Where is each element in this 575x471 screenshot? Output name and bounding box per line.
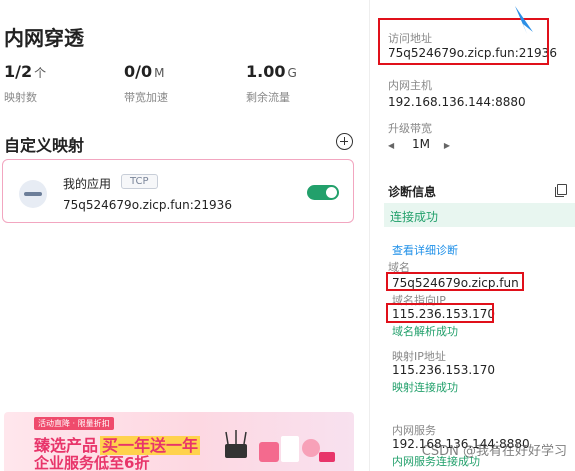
stat-traffic-value: 1.00 [246, 62, 286, 81]
bandwidth-label: 升级带宽 [388, 122, 432, 135]
watermark: CSDN @我有在好好学习 [421, 444, 567, 459]
copy-icon[interactable] [555, 184, 567, 197]
increase-icon[interactable]: ▶ [444, 141, 450, 150]
stat-bandwidth-label: 带宽加速 [124, 91, 168, 104]
pointer-arrow-icon [515, 6, 533, 34]
stat-bandwidth-value: 0/0 [124, 62, 153, 81]
mappings-section-title: 自定义映射 [4, 136, 85, 155]
stat-traffic-label: 剩余流量 [246, 91, 290, 104]
bandwidth-stepper[interactable]: ◀ 1M ▶ [388, 137, 450, 151]
host-value: 192.168.136.144:8880 [388, 95, 526, 109]
service-label: 内网服务 [392, 424, 436, 437]
diagnostics-title: 诊断信息 [388, 185, 437, 199]
map-ip-value: 115.236.153.170 [392, 363, 496, 377]
stat-bandwidth: 0/0 M 带宽加速 [124, 62, 168, 105]
stat-mappings-unit: 个 [34, 66, 47, 80]
diagnostics-status-bar: 连接成功 [384, 203, 575, 227]
protocol-badge: TCP [121, 174, 158, 189]
host-label: 内网主机 [388, 79, 432, 92]
promo-banner[interactable]: 活动直降 · 限量折扣 臻选产品 买一年送一年 企业服务低至6折 [4, 412, 354, 471]
view-details-link[interactable]: 查看详细诊断 [392, 242, 458, 258]
banner-decoration-icon [225, 430, 335, 462]
mapping-toggle[interactable] [307, 185, 339, 200]
stat-traffic: 1.00 G 剩余流量 [246, 62, 297, 105]
mapping-address: 75q524679o.zicp.fun:21936 [63, 198, 232, 212]
add-mapping-icon[interactable] [336, 133, 353, 150]
highlight-box-domain [386, 272, 524, 291]
decrease-icon[interactable]: ◀ [388, 141, 394, 150]
detail-panel: 访问地址 75q524679o.zicp.fun:21936 内网主机 192.… [370, 0, 575, 471]
stat-traffic-unit: G [287, 66, 297, 80]
stat-bandwidth-unit: M [154, 66, 165, 80]
stat-mappings-label: 映射数 [4, 91, 37, 104]
domain-resolve-status: 域名解析成功 [392, 325, 458, 338]
left-panel: 内网穿透 1/2 个 映射数 0/0 M 带宽加速 1.00 G 剩余流量 自定义映射… [0, 0, 370, 471]
map-ip-label: 映射IP地址 [392, 350, 446, 363]
mapping-name: 我的应用 [63, 177, 112, 191]
stat-mappings: 1/2 个 映射数 [4, 62, 46, 105]
stat-mappings-value: 1/2 [4, 62, 33, 81]
map-connect-status: 映射连接成功 [392, 381, 458, 394]
page-title: 内网穿透 [4, 26, 84, 50]
mapping-card[interactable]: 我的应用 TCP 75q524679o.zicp.fun:21936 [2, 159, 354, 223]
highlight-box-domain-ip [386, 303, 494, 323]
banner-tag: 活动直降 · 限量折扣 [34, 417, 114, 430]
banner-line-2: 企业服务低至6折 [34, 454, 150, 471]
bandwidth-value: 1M [411, 137, 430, 151]
diagnostics-status: 连接成功 [390, 210, 439, 224]
app-icon [19, 180, 47, 208]
